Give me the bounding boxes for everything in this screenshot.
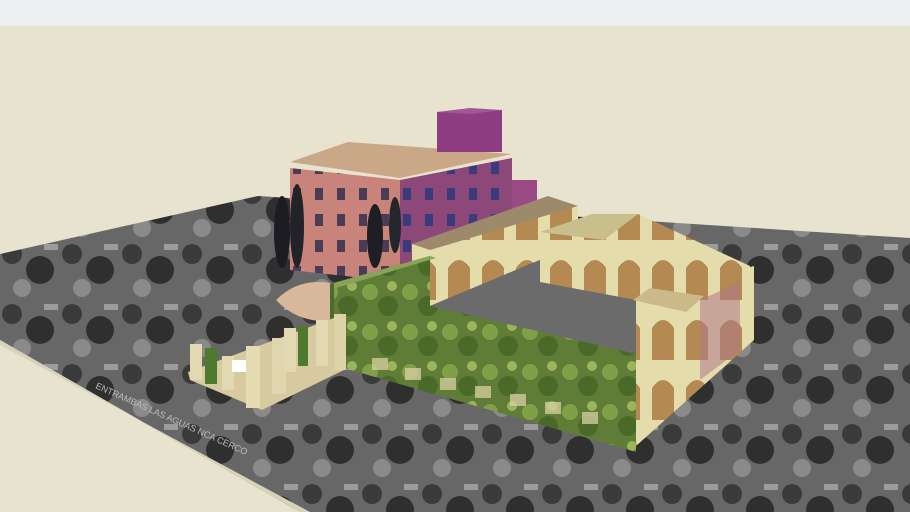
pergola-column (334, 314, 346, 370)
pergola-white-slab (232, 360, 246, 372)
palace-front-facade (290, 168, 400, 282)
cypress-tree (274, 196, 290, 268)
roof-tower (437, 110, 502, 152)
pergola-column (246, 346, 260, 408)
cypress-tree (367, 204, 383, 268)
pergola-column (298, 326, 308, 366)
pergola-column (316, 320, 328, 366)
cypress-tree (290, 184, 304, 268)
sketchup-viewport[interactable]: ENTRAMBAS LAS AGUAS NCA CERCO (0, 0, 910, 512)
cypress-tree (389, 197, 401, 253)
pergola-column (190, 344, 202, 380)
pergola-column (272, 338, 286, 394)
pergola-column (205, 348, 217, 384)
pergola-column (284, 328, 296, 372)
model-canvas[interactable]: ENTRAMBAS LAS AGUAS NCA CERCO (0, 0, 910, 512)
